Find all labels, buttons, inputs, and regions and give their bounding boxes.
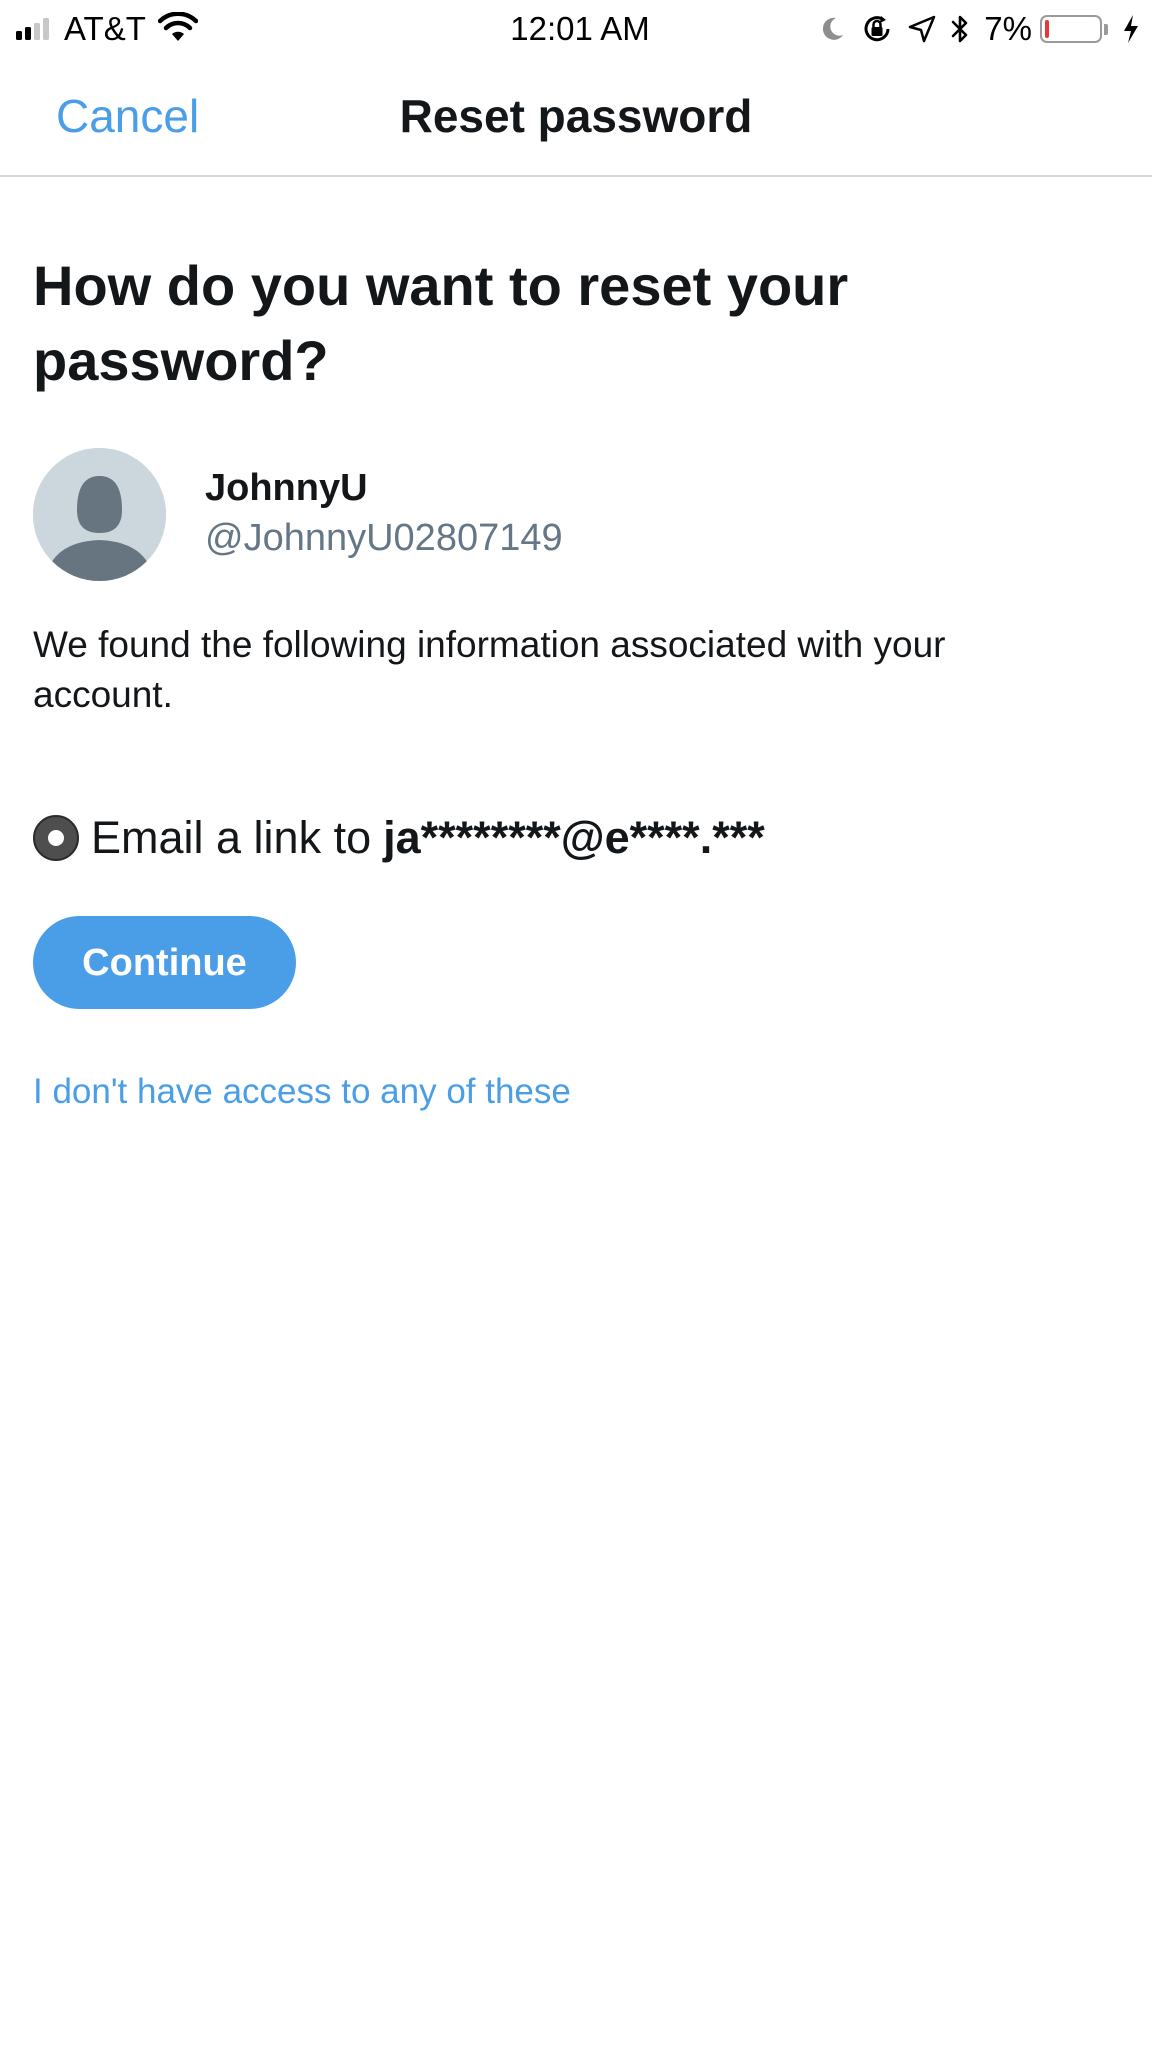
account-card: JohnnyU @JohnnyU02807149 bbox=[33, 448, 1113, 582]
location-icon bbox=[908, 15, 936, 43]
charging-bolt-icon bbox=[1122, 14, 1140, 44]
battery-tip bbox=[1104, 23, 1108, 35]
page-heading: How do you want to reset your password? bbox=[33, 254, 849, 392]
status-bar: AT&T 12:01 AM 7% bbox=[0, 0, 1152, 58]
cancel-button[interactable]: Cancel bbox=[56, 90, 199, 142]
default-avatar-icon bbox=[33, 448, 166, 581]
email-option-label: Email a link to bbox=[91, 812, 372, 863]
account-handle: @JohnnyU02807149 bbox=[205, 517, 563, 559]
orientation-lock-icon bbox=[860, 12, 894, 46]
bluetooth-icon bbox=[950, 13, 970, 45]
info-text: We found the following information assoc… bbox=[33, 624, 946, 715]
email-option-radio[interactable] bbox=[33, 815, 79, 861]
battery-percent: 7% bbox=[984, 10, 1032, 47]
masked-email: ja********@e****.*** bbox=[383, 812, 765, 863]
nav-bar: Reset password Cancel bbox=[0, 58, 1152, 177]
no-access-link[interactable]: I don't have access to any of these bbox=[33, 1070, 571, 1114]
email-option[interactable]: Email a link to ja********@e****.*** bbox=[33, 808, 765, 868]
status-bar-right: 7% bbox=[804, 6, 1140, 52]
radio-selected-dot bbox=[48, 830, 64, 846]
continue-button[interactable]: Continue bbox=[33, 916, 296, 1009]
battery-level-fill bbox=[1045, 20, 1049, 38]
account-name: JohnnyU bbox=[205, 467, 368, 509]
moon-icon bbox=[818, 15, 846, 43]
battery-icon bbox=[1040, 15, 1102, 43]
